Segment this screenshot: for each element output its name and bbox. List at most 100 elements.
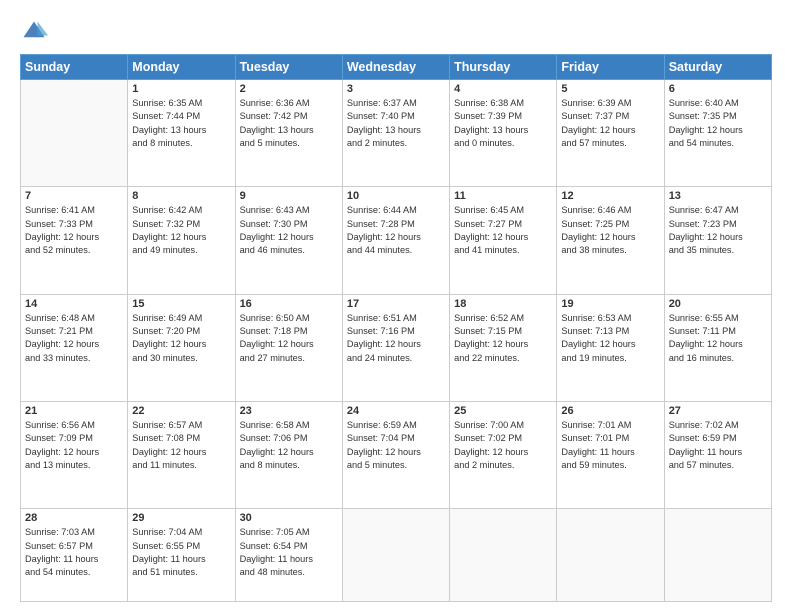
day-number: 12 [561,190,659,202]
day-info: Sunrise: 6:44 AMSunset: 7:28 PMDaylight:… [347,204,445,257]
calendar-day-cell: 7 Sunrise: 6:41 AMSunset: 7:33 PMDaylight… [21,187,128,294]
day-info: Sunrise: 6:39 AMSunset: 7:37 PMDaylight:… [561,97,659,150]
calendar-week-row: 21 Sunrise: 6:56 AMSunset: 7:09 PMDayligh… [21,401,772,508]
page: SundayMondayTuesdayWednesdayThursdayFrid… [0,0,792,612]
day-info: Sunrise: 6:43 AMSunset: 7:30 PMDaylight:… [240,204,338,257]
day-number: 23 [240,405,338,417]
day-number: 28 [25,512,123,524]
day-number: 19 [561,298,659,310]
calendar-week-row: 1 Sunrise: 6:35 AMSunset: 7:44 PMDaylight… [21,80,772,187]
calendar-day-cell: 19Sunrise: 6:53 AMSunset: 7:13 PMDayligh… [557,294,664,401]
calendar-day-cell: 24 Sunrise: 6:59 AMSunset: 7:04 PMDayligh… [342,401,449,508]
calendar-day-cell [21,80,128,187]
calendar-day-cell: 25 Sunrise: 7:00 AMSunset: 7:02 PMDayligh… [450,401,557,508]
day-number: 24 [347,405,445,417]
day-number: 29 [132,512,230,524]
day-number: 18 [454,298,552,310]
day-info: Sunrise: 7:02 AMSunset: 6:59 PMDaylight:… [669,419,767,472]
day-info: Sunrise: 6:56 AMSunset: 7:09 PMDaylight:… [25,419,123,472]
calendar-day-cell: 23 Sunrise: 6:58 AMSunset: 7:06 PMDayligh… [235,401,342,508]
calendar-day-cell [664,509,771,602]
day-number: 27 [669,405,767,417]
calendar-week-row: 7 Sunrise: 6:41 AMSunset: 7:33 PMDaylight… [21,187,772,294]
calendar-header-thursday: Thursday [450,55,557,80]
calendar-header-row: SundayMondayTuesdayWednesdayThursdayFrid… [21,55,772,80]
calendar-day-cell: 21 Sunrise: 6:56 AMSunset: 7:09 PMDayligh… [21,401,128,508]
day-number: 30 [240,512,338,524]
calendar-day-cell: 27 Sunrise: 7:02 AMSunset: 6:59 PMDayligh… [664,401,771,508]
day-info: Sunrise: 6:42 AMSunset: 7:32 PMDaylight:… [132,204,230,257]
day-info: Sunrise: 6:36 AMSunset: 7:42 PMDaylight:… [240,97,338,150]
day-number: 25 [454,405,552,417]
day-info: Sunrise: 6:37 AMSunset: 7:40 PMDaylight:… [347,97,445,150]
calendar-header-friday: Friday [557,55,664,80]
day-number: 14 [25,298,123,310]
day-number: 1 [132,83,230,95]
calendar-day-cell: 16 Sunrise: 6:50 AMSunset: 7:18 PMDayligh… [235,294,342,401]
day-info: Sunrise: 6:48 AMSunset: 7:21 PMDaylight:… [25,312,123,365]
calendar-day-cell [342,509,449,602]
day-info: Sunrise: 6:51 AMSunset: 7:16 PMDaylight:… [347,312,445,365]
calendar-day-cell: 1 Sunrise: 6:35 AMSunset: 7:44 PMDaylight… [128,80,235,187]
day-info: Sunrise: 6:59 AMSunset: 7:04 PMDaylight:… [347,419,445,472]
day-number: 7 [25,190,123,202]
day-info: Sunrise: 6:52 AMSunset: 7:15 PMDaylight:… [454,312,552,365]
day-info: Sunrise: 6:46 AMSunset: 7:25 PMDaylight:… [561,204,659,257]
calendar-day-cell: 29 Sunrise: 7:04 AMSunset: 6:55 PMDayligh… [128,509,235,602]
calendar-day-cell: 26 Sunrise: 7:01 AMSunset: 7:01 PMDayligh… [557,401,664,508]
calendar-table: SundayMondayTuesdayWednesdayThursdayFrid… [20,54,772,602]
day-number: 13 [669,190,767,202]
calendar-week-row: 14 Sunrise: 6:48 AMSunset: 7:21 PMDayligh… [21,294,772,401]
calendar-day-cell [557,509,664,602]
calendar-header-saturday: Saturday [664,55,771,80]
calendar-header-wednesday: Wednesday [342,55,449,80]
day-info: Sunrise: 6:40 AMSunset: 7:35 PMDaylight:… [669,97,767,150]
day-number: 9 [240,190,338,202]
day-info: Sunrise: 7:04 AMSunset: 6:55 PMDaylight:… [132,526,230,579]
day-info: Sunrise: 6:55 AMSunset: 7:11 PMDaylight:… [669,312,767,365]
day-info: Sunrise: 6:49 AMSunset: 7:20 PMDaylight:… [132,312,230,365]
calendar-day-cell: 20Sunrise: 6:55 AMSunset: 7:11 PMDayligh… [664,294,771,401]
calendar-day-cell: 2 Sunrise: 6:36 AMSunset: 7:42 PMDaylight… [235,80,342,187]
calendar-day-cell: 11 Sunrise: 6:45 AMSunset: 7:27 PMDayligh… [450,187,557,294]
day-number: 11 [454,190,552,202]
calendar-day-cell: 28 Sunrise: 7:03 AMSunset: 6:57 PMDayligh… [21,509,128,602]
calendar-header-tuesday: Tuesday [235,55,342,80]
day-number: 16 [240,298,338,310]
calendar-header-sunday: Sunday [21,55,128,80]
calendar-day-cell [450,509,557,602]
day-number: 21 [25,405,123,417]
day-number: 15 [132,298,230,310]
day-info: Sunrise: 7:00 AMSunset: 7:02 PMDaylight:… [454,419,552,472]
day-info: Sunrise: 6:45 AMSunset: 7:27 PMDaylight:… [454,204,552,257]
day-info: Sunrise: 7:05 AMSunset: 6:54 PMDaylight:… [240,526,338,579]
logo-icon [20,18,48,46]
day-number: 8 [132,190,230,202]
calendar-day-cell: 4Sunrise: 6:38 AMSunset: 7:39 PMDaylight… [450,80,557,187]
logo [20,18,52,46]
calendar-day-cell: 10Sunrise: 6:44 AMSunset: 7:28 PMDayligh… [342,187,449,294]
day-info: Sunrise: 6:58 AMSunset: 7:06 PMDaylight:… [240,419,338,472]
day-number: 6 [669,83,767,95]
day-info: Sunrise: 7:01 AMSunset: 7:01 PMDaylight:… [561,419,659,472]
day-info: Sunrise: 6:50 AMSunset: 7:18 PMDaylight:… [240,312,338,365]
calendar-day-cell: 6 Sunrise: 6:40 AMSunset: 7:35 PMDaylight… [664,80,771,187]
calendar-header-monday: Monday [128,55,235,80]
day-info: Sunrise: 7:03 AMSunset: 6:57 PMDaylight:… [25,526,123,579]
calendar-day-cell: 5Sunrise: 6:39 AMSunset: 7:37 PMDaylight… [557,80,664,187]
day-number: 3 [347,83,445,95]
calendar-day-cell: 8 Sunrise: 6:42 AMSunset: 7:32 PMDaylight… [128,187,235,294]
day-info: Sunrise: 6:35 AMSunset: 7:44 PMDaylight:… [132,97,230,150]
day-info: Sunrise: 6:47 AMSunset: 7:23 PMDaylight:… [669,204,767,257]
calendar-day-cell: 3 Sunrise: 6:37 AMSunset: 7:40 PMDaylight… [342,80,449,187]
day-info: Sunrise: 6:38 AMSunset: 7:39 PMDaylight:… [454,97,552,150]
day-info: Sunrise: 6:41 AMSunset: 7:33 PMDaylight:… [25,204,123,257]
calendar-day-cell: 18 Sunrise: 6:52 AMSunset: 7:15 PMDayligh… [450,294,557,401]
day-number: 2 [240,83,338,95]
calendar-day-cell: 22Sunrise: 6:57 AMSunset: 7:08 PMDayligh… [128,401,235,508]
day-number: 26 [561,405,659,417]
header [20,18,772,46]
calendar-day-cell: 17Sunrise: 6:51 AMSunset: 7:16 PMDayligh… [342,294,449,401]
calendar-day-cell: 12 Sunrise: 6:46 AMSunset: 7:25 PMDayligh… [557,187,664,294]
calendar-day-cell: 13 Sunrise: 6:47 AMSunset: 7:23 PMDayligh… [664,187,771,294]
